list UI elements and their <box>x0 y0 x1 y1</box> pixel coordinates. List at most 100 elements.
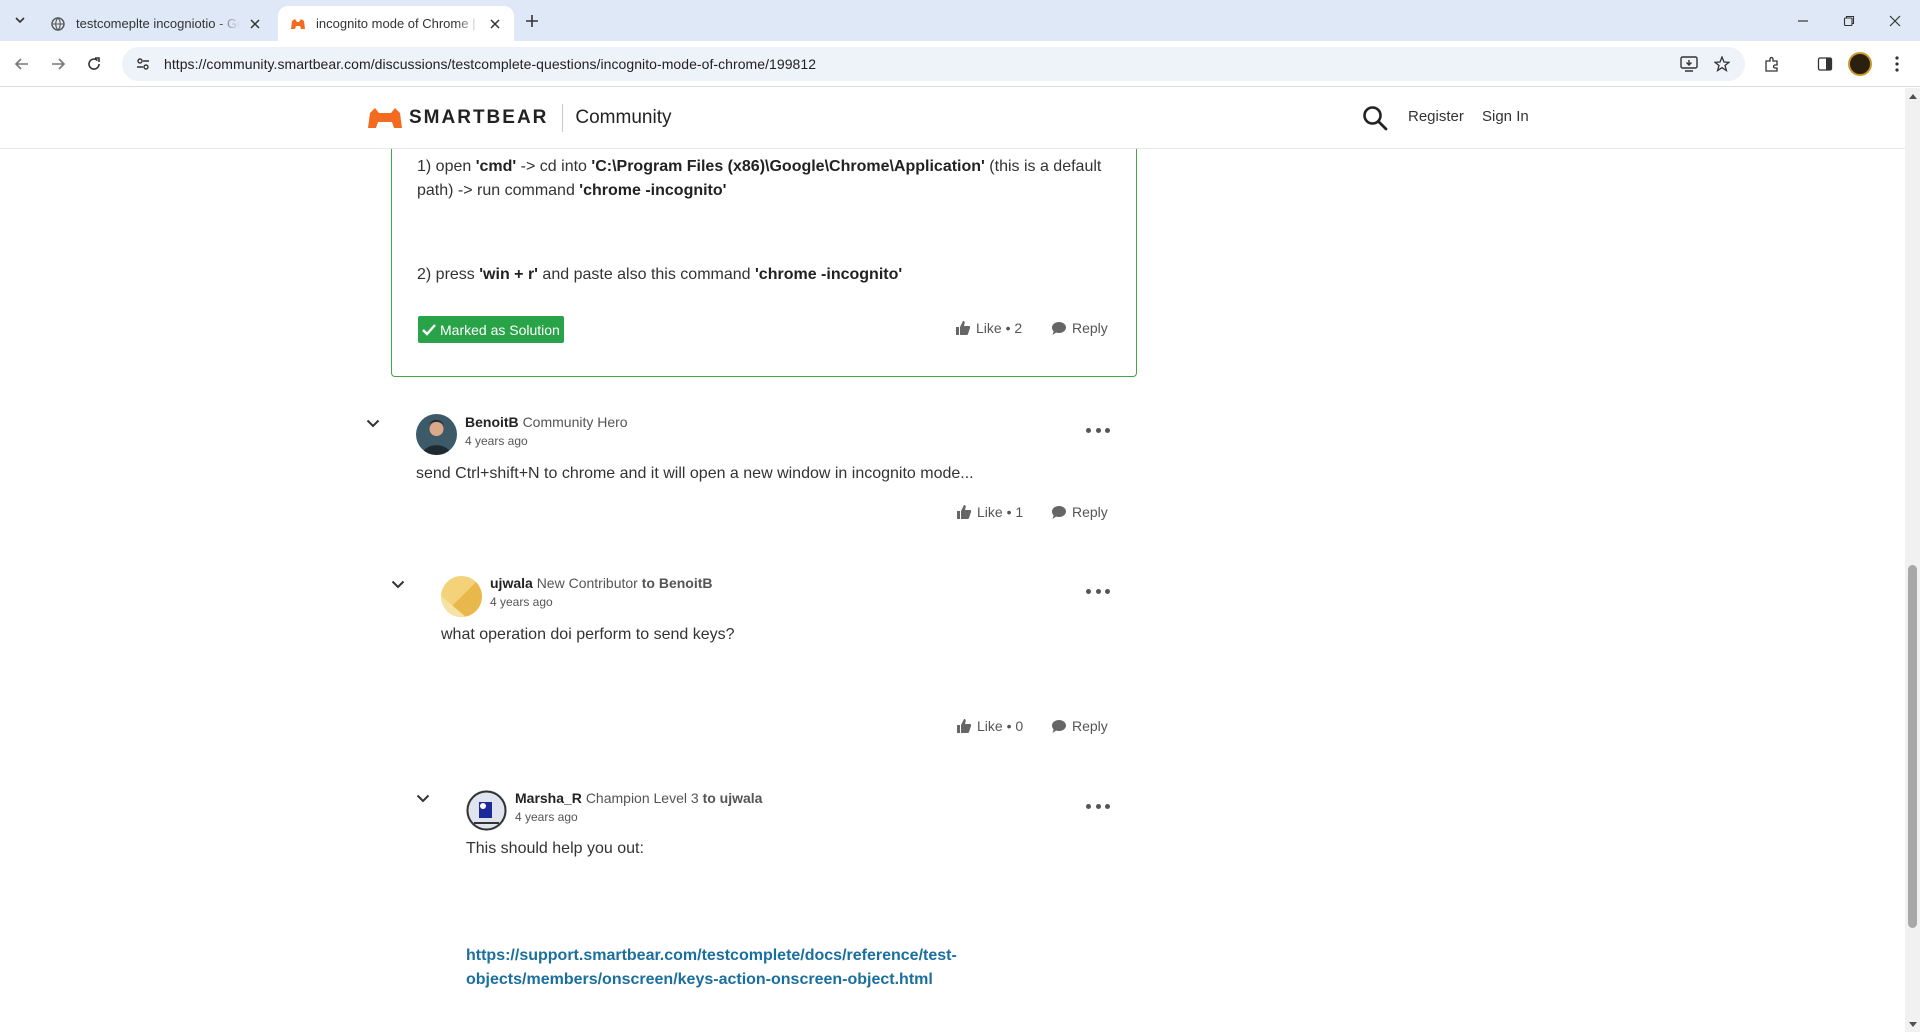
side-panel-icon <box>1817 57 1833 71</box>
brand-logo[interactable]: SMARTBEAR Community <box>367 104 671 132</box>
username[interactable]: Marsha_R <box>515 790 582 806</box>
install-app-button[interactable] <box>1674 49 1704 79</box>
arrow-right-icon <box>52 58 66 70</box>
install-icon <box>1680 56 1698 72</box>
brand-name: SMARTBEAR <box>409 107 549 128</box>
site-info-icon[interactable] <box>128 49 158 79</box>
accepted-solution-post: 1) open 'cmd' -> cd into 'C:\Program Fil… <box>391 149 1137 377</box>
avatar[interactable] <box>416 414 457 455</box>
avatar[interactable] <box>466 790 507 831</box>
scroll-down-arrow[interactable] <box>1908 1019 1917 1029</box>
new-tab-button[interactable] <box>520 9 544 33</box>
address-bar[interactable]: https://community.smartbear.com/discussi… <box>122 47 1745 81</box>
post-options-button[interactable] <box>1086 800 1110 812</box>
link-line-2[interactable]: objects/members/onscreen/keys-action-ons… <box>466 968 957 992</box>
solution-step-2: 2) press 'win + r' and paste also this c… <box>417 266 903 283</box>
post-body: send Ctrl+shift+N to chrome and it will … <box>416 465 974 482</box>
sign-in-link[interactable]: Sign In <box>1482 108 1529 125</box>
like-count: Like • 2 <box>976 320 1023 336</box>
tab-title: incognito mode of Chrome | Sm <box>316 16 480 31</box>
collapse-thread-toggle[interactable] <box>413 788 433 808</box>
restore-icon <box>1843 15 1855 26</box>
reply-label: Reply <box>1072 320 1108 336</box>
post-author: ujwala New Contributor to BenoitB <box>490 575 713 591</box>
marked-as-solution-badge: Marked as Solution <box>418 316 564 343</box>
reload-icon <box>88 57 100 70</box>
reply-button[interactable]: Reply <box>1051 504 1108 520</box>
tab-smartbear-community[interactable]: incognito mode of Chrome | Sm <box>278 6 514 41</box>
speech-bubble-icon <box>1052 719 1066 733</box>
smartbear-favicon-icon <box>290 16 306 32</box>
search-icon[interactable] <box>1362 105 1388 131</box>
tab-google-search[interactable]: testcomeplte incogniotio - Goo <box>38 6 274 41</box>
restore-button[interactable] <box>1826 0 1872 41</box>
bookmark-button[interactable] <box>1707 49 1737 79</box>
like-button[interactable]: Like • 1 <box>956 504 1023 520</box>
close-window-button[interactable] <box>1872 0 1918 41</box>
page-scrollbar[interactable] <box>1905 88 1920 1032</box>
profile-avatar[interactable] <box>1848 52 1872 76</box>
reply-label: Reply <box>1072 718 1108 734</box>
like-count: Like • 1 <box>977 504 1024 520</box>
tab-title: testcomeplte incogniotio - Goo <box>76 16 240 31</box>
tab-search-button[interactable] <box>8 8 32 32</box>
collapse-thread-toggle[interactable] <box>363 413 383 433</box>
post-timestamp: 4 years ago <box>490 595 553 609</box>
like-button[interactable]: Like • 0 <box>956 718 1023 734</box>
username[interactable]: BenoitB <box>465 414 519 430</box>
post-body: what operation doi perform to send keys? <box>441 626 735 643</box>
post-options-button[interactable] <box>1086 585 1110 597</box>
arrow-left-icon <box>14 58 28 70</box>
brand-divider <box>562 104 564 132</box>
reply-button[interactable]: Reply <box>1051 718 1108 734</box>
community-label: Community <box>575 107 672 128</box>
reload-button[interactable] <box>79 49 109 79</box>
speech-bubble-icon <box>1052 505 1066 519</box>
close-tab-icon[interactable] <box>486 15 504 33</box>
register-link[interactable]: Register <box>1408 108 1464 125</box>
reply-label: Reply <box>1072 504 1108 520</box>
checkmark-icon <box>422 323 436 336</box>
user-rank: New Contributor <box>536 575 638 591</box>
reply-to-label[interactable]: to ujwala <box>703 790 763 806</box>
site-header: SMARTBEAR Community Register Sign In <box>0 88 1905 149</box>
post-options-button[interactable] <box>1086 424 1110 436</box>
like-button[interactable]: Like • 2 <box>955 320 1022 336</box>
chevron-down-icon <box>391 580 405 588</box>
thumbs-up-icon <box>957 505 972 519</box>
badge-label: Marked as Solution <box>440 321 560 338</box>
like-count: Like • 0 <box>977 718 1024 734</box>
solution-step-1: 1) open 'cmd' -> cd into 'C:\Program Fil… <box>417 158 1102 199</box>
link-line-1[interactable]: https://support.smartbear.com/testcomple… <box>466 944 957 968</box>
chevron-down-icon <box>15 17 25 24</box>
back-button[interactable] <box>7 49 37 79</box>
collapse-thread-toggle[interactable] <box>388 574 408 594</box>
scrollbar-thumb[interactable] <box>1908 565 1917 928</box>
thumbs-up-icon <box>957 719 972 733</box>
minimize-button[interactable] <box>1780 0 1826 41</box>
reply-button[interactable]: Reply <box>1051 320 1108 336</box>
username[interactable]: ujwala <box>490 575 533 591</box>
puzzle-icon <box>1765 56 1778 72</box>
kebab-menu-icon <box>1895 56 1899 72</box>
url-text: https://community.smartbear.com/discussi… <box>164 56 817 72</box>
extensions-button[interactable] <box>1757 49 1787 79</box>
post-author: Marsha_R Champion Level 3 to ujwala <box>515 790 762 806</box>
chrome-menu-button[interactable] <box>1882 49 1912 79</box>
side-panel-button[interactable] <box>1810 49 1840 79</box>
user-rank: Champion Level 3 <box>585 790 699 806</box>
reply-to-label[interactable]: to BenoitB <box>642 575 713 591</box>
scroll-up-arrow[interactable] <box>1908 91 1917 101</box>
post-author: BenoitB Community Hero <box>465 414 628 430</box>
support-doc-link[interactable]: https://support.smartbear.com/testcomple… <box>466 944 957 992</box>
close-tab-icon[interactable] <box>246 15 264 33</box>
globe-icon <box>50 16 66 32</box>
tab-strip: testcomeplte incogniotio - Goo incognito… <box>0 0 1920 41</box>
minimize-icon <box>1798 19 1808 22</box>
post-body: This should help you out: <box>466 840 644 857</box>
avatar[interactable] <box>441 576 482 617</box>
forward-button[interactable] <box>43 49 73 79</box>
thumbs-up-icon <box>956 321 971 335</box>
speech-bubble-icon <box>1052 321 1066 335</box>
star-icon <box>1714 56 1730 72</box>
